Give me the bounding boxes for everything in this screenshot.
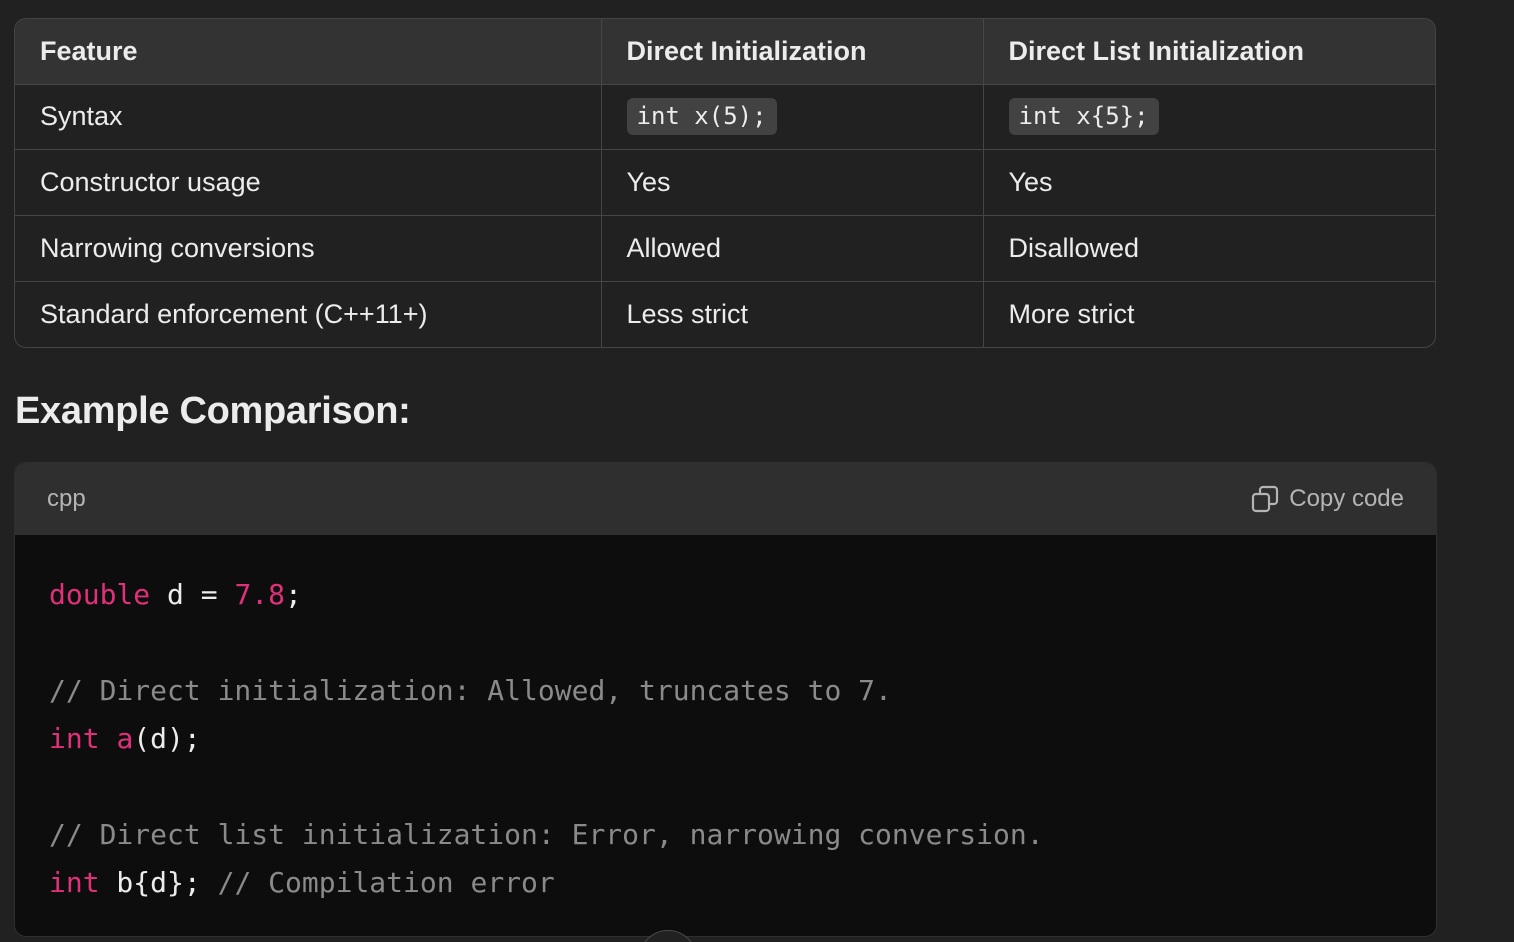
header-feature: Feature (15, 19, 602, 85)
row-syntax-list: int x{5}; (983, 84, 1435, 151)
row-standard-list: More strict (1008, 298, 1135, 329)
code-token: double (49, 578, 151, 611)
row-narrowing-direct: Allowed (601, 215, 984, 282)
copy-icon (1251, 485, 1279, 513)
code-line: // Direct initialization: Allowed, trunc… (49, 667, 1402, 715)
code-token: // Direct initialization: Allowed, trunc… (49, 674, 892, 707)
code-line: int b{d}; // Compilation error (49, 859, 1402, 907)
copy-code-label: Copy code (1289, 485, 1404, 512)
row-constructor-feature: Constructor usage (15, 149, 602, 216)
table-header-row: Feature Direct Initialization Direct Lis… (15, 19, 1435, 85)
section-heading: Example Comparison: (15, 390, 411, 432)
code-token: // Direct list initialization: Error, na… (49, 818, 1044, 851)
code-token: a (116, 722, 134, 755)
comparison-table-container: Feature Direct Initialization Direct Lis… (14, 18, 1436, 348)
row-constructor-direct: Yes (601, 149, 984, 216)
copy-code-button[interactable]: Copy code (1251, 485, 1404, 513)
row-constructor-list: Yes (983, 149, 1435, 216)
code-token: ; (285, 578, 302, 611)
code-token: b{d}; (99, 866, 218, 899)
code-content: double d = 7.8; // Direct initialization:… (15, 535, 1436, 907)
table-row: Syntax int x(5); int x{5}; (15, 84, 1435, 151)
code-token: // Compilation error (217, 866, 555, 899)
code-line: // Direct list initialization: Error, na… (49, 811, 1402, 859)
code-language-label: cpp (47, 485, 86, 512)
row-standard-direct: Less strict (601, 281, 984, 347)
code-token: d = (150, 578, 235, 611)
inline-code: int x(5); (626, 98, 777, 136)
header-direct-list-initialization: Direct List Initialization (983, 19, 1435, 85)
code-block: cpp Copy code double d = 7.8; // Direct i… (14, 462, 1437, 937)
code-token: 7.8 (234, 578, 286, 611)
row-narrowing-feature: Narrowing conversions (15, 215, 602, 282)
row-standard-feature: Standard enforcement (C++11+) (15, 281, 602, 347)
comparison-table: Feature Direct Initialization Direct Lis… (15, 19, 1435, 347)
code-line: double d = 7.8; (49, 571, 1402, 619)
code-token: int (49, 722, 100, 755)
table-row: Standard enforcement (C++11+) Less stric… (15, 281, 1435, 347)
code-token: int (49, 866, 100, 899)
code-block-header: cpp Copy code (15, 463, 1436, 535)
row-syntax-feature: Syntax (15, 84, 602, 151)
inline-code: int x{5}; (1008, 98, 1159, 136)
code-token: (d); (133, 722, 201, 755)
table-row: Narrowing conversions Allowed Disallowed (15, 215, 1435, 282)
header-direct-initialization: Direct Initialization (601, 19, 984, 85)
code-line: int a(d); (49, 715, 1402, 763)
table-row: Constructor usage Yes Yes (15, 149, 1435, 216)
row-syntax-direct: int x(5); (601, 84, 984, 151)
chat-response: Feature Direct Initialization Direct Lis… (0, 0, 1514, 942)
row-narrowing-list: Disallowed (983, 215, 1435, 282)
